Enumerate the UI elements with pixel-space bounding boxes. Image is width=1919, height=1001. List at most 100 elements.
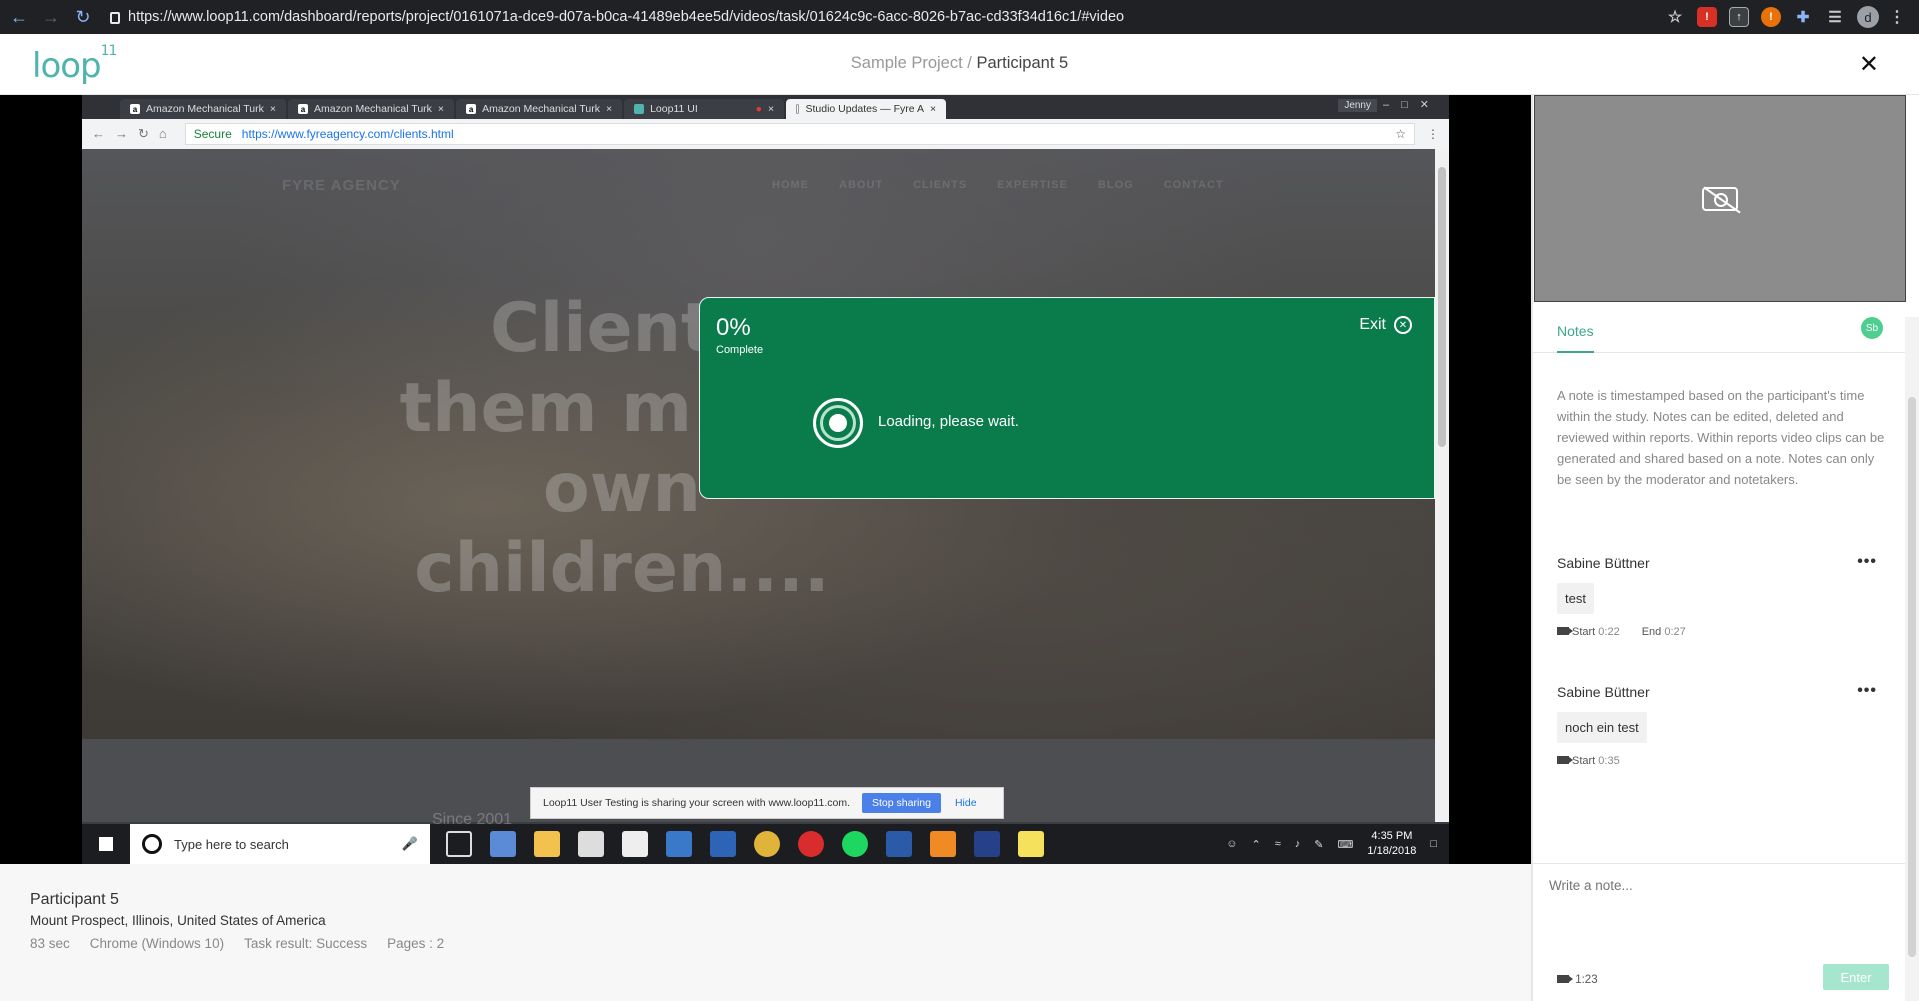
task-loading-overlay: 0% Complete Exit ✕ Loading, please wait.: [699, 297, 1435, 499]
participant-pages: Pages : 2: [387, 936, 445, 951]
participant-duration: 83 sec: [30, 936, 70, 951]
recorded-tab: a Amazon Mechanical Turk ×: [288, 99, 455, 119]
windows-taskbar: Type here to search 🎤 ☺ ⌃ ≈ ♪ ✎ ⌨ 4:35 P…: [82, 824, 1449, 864]
note-start[interactable]: Start 0:35: [1557, 755, 1620, 767]
recorded-tab: a Amazon Mechanical Turk ×: [120, 99, 287, 119]
reading-list-icon[interactable]: ☰: [1825, 7, 1845, 27]
recorded-menu-icon: ⋮: [1427, 127, 1439, 141]
site-menu-item: HOME: [772, 179, 809, 191]
tab-notes[interactable]: Notes: [1557, 323, 1594, 353]
store-icon: [578, 831, 604, 857]
video-clip-icon: [1557, 627, 1573, 635]
end-time: 0:27: [1664, 626, 1686, 638]
notes-scrollbar[interactable]: [1905, 317, 1919, 1001]
stop-sharing-button: Stop sharing: [862, 793, 941, 813]
tray-chevron-icon: ⌃: [1251, 838, 1261, 851]
recorded-tab-label: Amazon Mechanical Turk: [146, 103, 264, 115]
compose-time: 1:23: [1575, 974, 1598, 986]
opera-icon: [798, 831, 824, 857]
enter-button[interactable]: Enter: [1823, 964, 1889, 990]
forward-arrow-icon[interactable]: →: [38, 4, 64, 30]
recorded-website: FYRE AGENCY HOME ABOUT CLIENTS EXPERTISE…: [82, 149, 1435, 739]
loading-spinner-icon: [813, 398, 863, 448]
more-options-icon[interactable]: •••: [1857, 553, 1877, 571]
file-explorer-icon: [534, 831, 560, 857]
participant-info: Participant 5 Mount Prospect, Illinois, …: [0, 864, 1531, 1001]
note-text[interactable]: test: [1557, 583, 1594, 614]
site-menu-item: EXPERTISE: [997, 179, 1068, 191]
note-item: Sabine Büttner ••• noch ein test Start 0…: [1557, 682, 1887, 767]
progress-label: Complete: [716, 344, 764, 356]
breadcrumb-participant: Participant 5: [976, 54, 1069, 72]
reload-icon[interactable]: ↻: [70, 4, 96, 30]
address-url: https://www.loop11.com/dashboard/reports…: [128, 9, 1125, 25]
extension-box-icon[interactable]: ↑: [1729, 7, 1749, 27]
task-view-icon: [446, 831, 472, 857]
breadcrumb-project[interactable]: Sample Project: [851, 54, 963, 72]
notifications-icon: □: [1430, 838, 1437, 850]
clock-time: 4:35 PM: [1371, 830, 1413, 842]
note-text[interactable]: noch ein test: [1557, 712, 1647, 743]
site-menu-item: CONTACT: [1163, 179, 1224, 191]
recorded-nav-icons: ←→↻⌂: [92, 126, 177, 141]
recorded-tab-active: Studio Updates — Fyre A ×: [786, 99, 947, 119]
loading-text: Loading, please wait.: [878, 413, 1019, 430]
microphone-icon: 🎤: [401, 836, 418, 851]
recorded-tab-label: Studio Updates — Fyre A: [805, 103, 924, 115]
recorded-url-box: Secure https://www.fyreagency.com/client…: [184, 123, 1415, 145]
recorded-tab-label: Loop11 UI: [650, 103, 698, 115]
address-bar[interactable]: https://www.loop11.com/dashboard/reports…: [110, 9, 1665, 25]
recorded-tab-label: Amazon Mechanical Turk: [482, 103, 600, 115]
site-menu-item: CLIENTS: [913, 179, 968, 191]
start-label: Start: [1572, 755, 1596, 767]
shield-icon: [710, 831, 736, 857]
more-options-icon[interactable]: •••: [1857, 682, 1877, 700]
bookmark-star-icon[interactable]: ☆: [1665, 7, 1685, 27]
defender-icon: [666, 831, 692, 857]
breadcrumb-separator: /: [967, 54, 972, 72]
mail-icon: [622, 831, 648, 857]
menu-icon[interactable]: ⋮: [1887, 7, 1907, 27]
amazon-favicon-icon: a: [298, 104, 309, 114]
breadcrumb: Sample Project / Participant 5: [0, 54, 1919, 73]
browser-toolbar: ← → ↻ https://www.loop11.com/dashboard/r…: [0, 0, 1919, 34]
pen-icon: ✎: [1314, 838, 1324, 851]
edge-icon: [490, 831, 516, 857]
camera-off-icon: [1702, 186, 1738, 211]
recorded-star-icon: ☆: [1395, 127, 1406, 141]
note-author: Sabine Büttner: [1557, 555, 1650, 571]
recorded-profile-name: Jenny: [1338, 99, 1377, 112]
extension-red-icon[interactable]: !: [1697, 7, 1717, 27]
video-clip-icon: [1557, 975, 1573, 983]
note-start[interactable]: Start 0:22: [1557, 626, 1620, 638]
extensions-puzzle-icon[interactable]: ✚: [1793, 7, 1813, 27]
spotify-icon: [842, 831, 868, 857]
sublime-icon: [930, 831, 956, 857]
webcam-panel: [1534, 95, 1906, 302]
note-timestamps: Start 0:22 End 0:27: [1557, 626, 1887, 638]
site-menu-item: ABOUT: [839, 179, 884, 191]
participant-name: Participant 5: [30, 891, 119, 908]
extension-alert-icon[interactable]: !: [1761, 7, 1781, 27]
back-arrow-icon[interactable]: ←: [6, 4, 32, 30]
taskbar-clock: 4:35 PM 1/18/2018: [1367, 829, 1416, 859]
volume-icon: ♪: [1294, 838, 1301, 850]
sticky-notes-icon: [1018, 831, 1044, 857]
recorded-url: https://www.fyreagency.com/clients.html: [241, 127, 454, 141]
share-message: Loop11 User Testing is sharing your scre…: [543, 797, 850, 809]
note-composer: 1:23 Enter: [1533, 863, 1905, 1001]
app-icon: [974, 831, 1000, 857]
compose-timestamp: 1:23: [1557, 974, 1598, 986]
profile-avatar[interactable]: d: [1857, 6, 1879, 28]
user-avatar-badge[interactable]: Sb: [1861, 317, 1883, 339]
participant-meta: 83 sec Chrome (Windows 10) Task result: …: [30, 936, 444, 951]
video-player[interactable]: a Amazon Mechanical Turk × a Amazon Mechan…: [0, 95, 1531, 864]
note-input[interactable]: [1549, 878, 1889, 893]
note-timestamps: Start 0:35: [1557, 755, 1887, 767]
close-icon[interactable]: ✕: [1859, 50, 1879, 79]
start-label: Start: [1572, 626, 1596, 638]
clock-date: 1/18/2018: [1367, 845, 1417, 857]
amazon-favicon-icon: a: [130, 104, 140, 114]
recorded-scrollbar: [1435, 149, 1449, 822]
wifi-icon: ≈: [1274, 838, 1281, 850]
